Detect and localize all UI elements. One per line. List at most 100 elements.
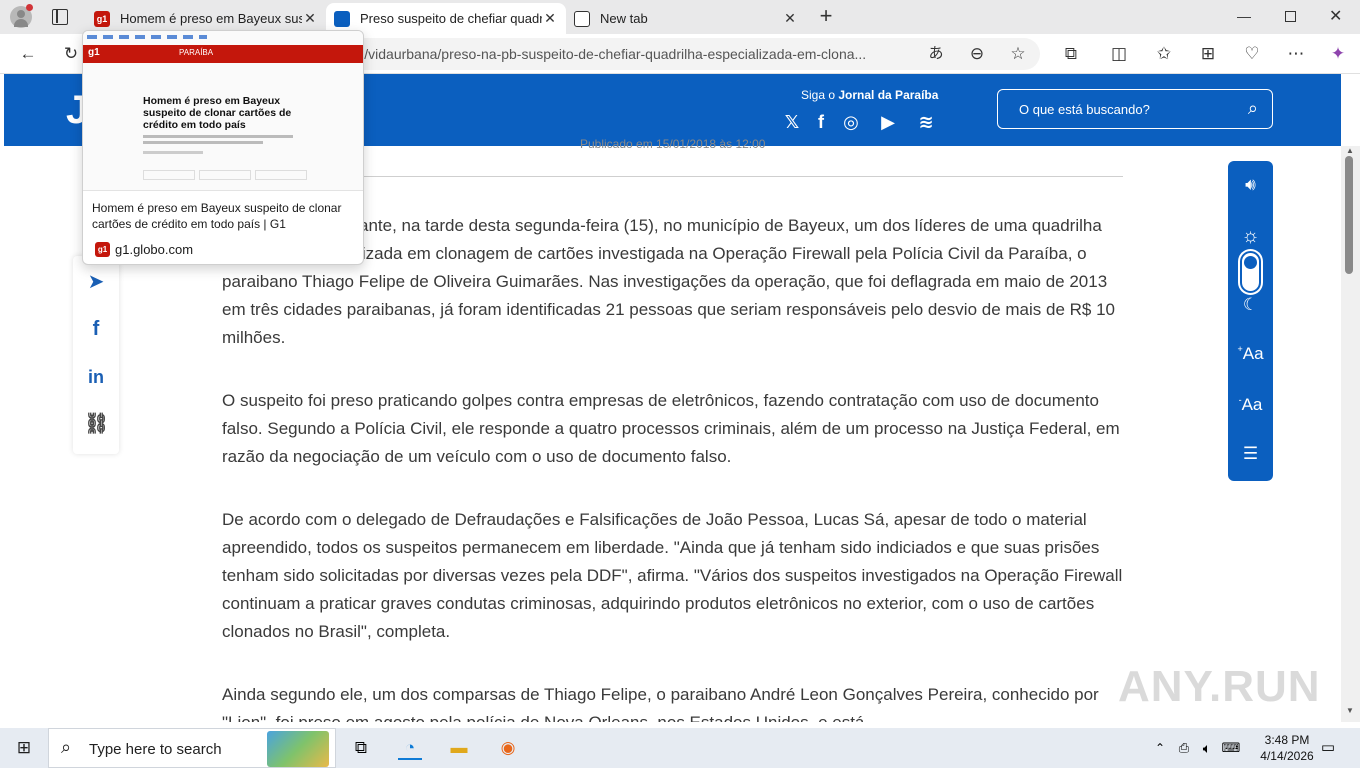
jp-favicon-icon — [334, 10, 350, 27]
x-twitter-icon[interactable]: 𝕏 — [780, 110, 804, 134]
windows-start-icon[interactable]: ⊞ — [12, 736, 36, 760]
g1-favicon-icon: g1 — [95, 242, 110, 257]
hover-card-site: g1.globo.com — [115, 242, 194, 257]
published-date: Publicado em 15/01/2018 às 12:00 — [580, 137, 766, 151]
close-tab-icon[interactable]: ✕ — [782, 10, 798, 27]
facebook-share-icon[interactable]: f — [84, 317, 108, 341]
speaker-icon[interactable]: 🔊︎ — [1228, 175, 1273, 195]
copilot-icon[interactable]: ✦ — [1328, 44, 1348, 64]
new-tab-button[interactable]: + — [816, 4, 836, 28]
watermark: ANY.RUN — [1118, 662, 1321, 711]
article-paragraph: O suspeito foi preso praticando golpes c… — [222, 391, 1120, 466]
close-tab-icon[interactable]: ✕ — [302, 10, 318, 27]
chat-icon[interactable]: ☰ — [1228, 444, 1273, 464]
copy-link-icon[interactable]: ⛓ — [84, 412, 109, 436]
follow-label: Siga o Jornal da Paraíba — [801, 88, 938, 102]
close-window-button[interactable]: ✕ — [1329, 6, 1342, 26]
url-text[interactable]: diano/vidaurbana/preso-na-pb-suspeito-de… — [330, 46, 866, 62]
refresh-icon[interactable]: ↻ — [61, 44, 81, 64]
font-increase-label: Aa — [1242, 344, 1264, 363]
sun-icon[interactable]: ☼ — [1228, 225, 1273, 248]
settings-more-icon[interactable]: ⋯ — [1286, 44, 1306, 64]
tab-title: New tab — [600, 11, 648, 26]
windows-taskbar: ⊞ ⌕ Type here to search ⧉ ◔ ▬ ◉ ⌃ ⎙ 🔈︎ ⌨… — [0, 728, 1360, 768]
preview-nav — [87, 35, 207, 39]
preview-share-more — [255, 170, 307, 180]
search-icon[interactable]: ⌕ — [1248, 98, 1258, 119]
more-options-circle-icon[interactable]: ⊖ — [967, 44, 987, 64]
site-search-input[interactable]: O que está buscando? ⌕ — [997, 89, 1273, 129]
tab-strip: g1 Homem é preso em Bayeux suspeito de c… — [0, 0, 1360, 34]
preview-share-whatsapp — [199, 170, 251, 180]
taskbar-search-placeholder: Type here to search — [89, 741, 222, 758]
article-paragraph: De acordo com o delegado de Defraudações… — [222, 510, 1123, 641]
search-placeholder: O que está buscando? — [1019, 102, 1150, 117]
scroll-up-arrow-icon[interactable]: ▲ — [1346, 146, 1354, 155]
clock-date: 4/14/2026 — [1260, 749, 1314, 763]
browser-essentials-icon[interactable]: ♡ — [1242, 44, 1262, 64]
font-decrease-button[interactable]: -Aa — [1228, 395, 1273, 415]
profile-avatar[interactable] — [10, 4, 33, 28]
collections-icon[interactable]: ⊞ — [1198, 44, 1218, 64]
restore-button[interactable] — [1285, 11, 1296, 22]
read-aloud-icon[interactable]: あ — [926, 44, 946, 64]
tab-new-tab[interactable]: New tab ✕ — [566, 3, 806, 34]
taskbar-clock[interactable]: 3:48 PM 4/14/2026 — [1252, 732, 1322, 764]
preview-header: g1 PARAÍBA — [83, 45, 363, 63]
tab-actions-icon[interactable] — [52, 9, 68, 25]
file-explorer-icon[interactable]: ▬ — [447, 736, 471, 760]
search-icon: ⌕ — [61, 737, 72, 757]
search-highlight-image[interactable] — [267, 731, 329, 767]
font-decrease-label: Aa — [1241, 395, 1263, 414]
tray-chevron-icon[interactable]: ⌃ — [1148, 736, 1172, 760]
facebook-icon[interactable]: f — [809, 110, 833, 134]
split-screen-icon[interactable]: ◫ — [1109, 44, 1129, 64]
article-paragraph: Ainda segundo ele, um dos comparsas de T… — [222, 685, 1099, 722]
youtube-icon[interactable]: ▶ — [876, 110, 900, 134]
moon-icon[interactable]: ☾ — [1228, 295, 1273, 315]
hover-card-title: Homem é preso em Bayeux suspeito de clon… — [92, 201, 342, 231]
instagram-icon[interactable]: ◎ — [839, 110, 863, 134]
preview-brand: g1 — [88, 47, 100, 58]
telegram-icon[interactable]: ➤ — [84, 270, 108, 294]
close-tab-icon[interactable]: ✕ — [542, 10, 558, 27]
tab-jornal-da-paraiba[interactable]: Preso suspeito de chefiar quadrilha ✕ — [326, 3, 566, 34]
scroll-down-arrow-icon[interactable]: ▼ — [1346, 706, 1354, 715]
task-view-icon[interactable]: ⧉ — [349, 736, 373, 760]
page-scrollbar[interactable]: ▲ ▼ — [1341, 146, 1360, 722]
accessibility-toolbar: 🔊︎ ☼ ☾ +Aa -Aa ☰ — [1228, 161, 1273, 481]
back-arrow-icon[interactable]: ← — [18, 44, 38, 64]
follow-prefix: Siga o — [801, 88, 836, 102]
rss-icon[interactable]: ≋ — [914, 110, 938, 134]
preview-text-line — [143, 135, 293, 138]
share-sidebar: ➤ f in ⛓ — [73, 256, 119, 454]
taskbar-search-input[interactable]: ⌕ Type here to search — [48, 728, 336, 768]
minimize-button[interactable]: — — [1237, 8, 1251, 24]
extensions-icon[interactable]: ⧉ — [1061, 44, 1081, 64]
tab-title: Homem é preso em Bayeux suspeito de clon… — [120, 11, 302, 26]
preview-text-line — [143, 141, 263, 144]
preview-share-facebook — [143, 170, 195, 180]
preview-section: PARAÍBA — [179, 48, 214, 57]
volume-icon[interactable]: 🔈︎ — [1195, 736, 1219, 760]
edge-icon[interactable]: ◔ — [398, 736, 422, 760]
favorites-icon[interactable]: ✩ — [1154, 44, 1174, 64]
linkedin-icon[interactable]: in — [84, 365, 108, 389]
theme-toggle[interactable] — [1240, 251, 1261, 293]
network-icon[interactable]: ⎙ — [1172, 736, 1196, 760]
clock-time: 3:48 PM — [1264, 733, 1310, 747]
notifications-icon[interactable]: ▭ — [1316, 736, 1340, 760]
favorite-star-icon[interactable]: ☆ — [1008, 44, 1028, 64]
font-increase-button[interactable]: +Aa — [1228, 344, 1273, 364]
tab-hover-card: g1 PARAÍBA Homem é preso em Bayeux suspe… — [82, 30, 364, 265]
firefox-icon[interactable]: ◉ — [496, 736, 520, 760]
preview-headline: Homem é preso em Bayeux suspeito de clon… — [143, 95, 292, 131]
new-tab-favicon-icon — [574, 10, 590, 27]
g1-favicon-icon: g1 — [94, 10, 110, 27]
preview-text-line — [143, 151, 203, 154]
tab-title: Preso suspeito de chefiar quadrilha — [360, 11, 542, 26]
keyboard-icon[interactable]: ⌨ — [1219, 736, 1243, 760]
hover-card-preview: g1 PARAÍBA Homem é preso em Bayeux suspe… — [83, 31, 363, 191]
scrollbar-thumb[interactable] — [1345, 156, 1353, 274]
follow-brand: Jornal da Paraíba — [838, 88, 939, 102]
